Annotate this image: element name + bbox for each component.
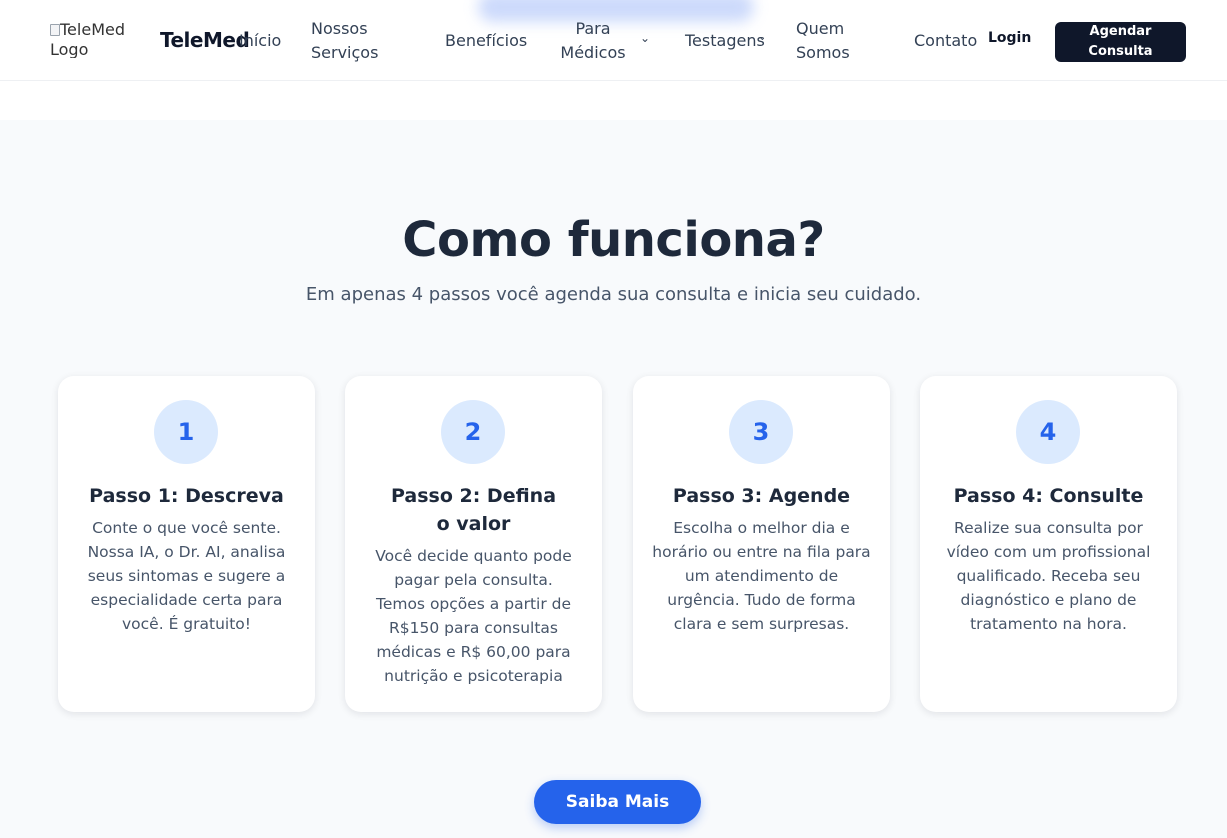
step-title: Passo 3: Agende	[672, 485, 851, 507]
step-description: Escolha o melhor dia e horário ou entre …	[652, 519, 871, 633]
step-title: Passo 1: Descreva	[89, 485, 284, 507]
step-title: Passo 4: Consulte	[953, 485, 1144, 507]
login-link[interactable]: Login	[988, 30, 1031, 46]
nav-quem-somos[interactable]: Quem Somos	[796, 17, 856, 65]
chevron-down-icon[interactable]: ⌄	[759, 33, 766, 42]
step-description: Você decide quanto pode pagar pela consu…	[375, 547, 572, 685]
step-card-1: 1 Passo 1: Descreva Conte o que você sen…	[58, 376, 315, 712]
logo-alt-text: TeleMed Logo	[50, 20, 125, 58]
brand-name[interactable]: TeleMed	[160, 28, 250, 52]
logo-image[interactable]: TeleMed Logo	[50, 20, 134, 58]
section-subtitle: Em apenas 4 passos você agenda sua consu…	[305, 284, 922, 305]
site-header: TeleMed Logo TeleMed Início Nossos Servi…	[0, 0, 1227, 81]
nav-nossos-servicos[interactable]: Nossos Serviços	[311, 17, 396, 65]
schedule-consultation-label: Agendar Consulta	[1088, 24, 1153, 59]
step-number-badge: 1	[154, 400, 218, 464]
chevron-down-icon[interactable]: ⌄	[640, 31, 650, 45]
nav-beneficios[interactable]: Benefícios	[445, 29, 527, 53]
nav-para-medicos[interactable]: Para Médicos	[560, 17, 626, 65]
step-number-badge: 4	[1016, 400, 1080, 464]
step-description: Conte o que você sente. Nossa IA, o Dr. …	[87, 519, 286, 633]
step-card-2: 2 Passo 2: Defina o valor Você decide qu…	[345, 376, 602, 712]
learn-more-button[interactable]: Saiba Mais	[534, 780, 701, 824]
step-title: Passo 2: Defina o valor	[390, 485, 557, 535]
nav-testagens[interactable]: Testagens	[685, 29, 765, 53]
section-title: Como funciona?	[402, 212, 825, 268]
schedule-consultation-button[interactable]: Agendar Consulta	[1055, 22, 1186, 62]
step-number-badge: 3	[729, 400, 793, 464]
step-number-badge: 2	[441, 400, 505, 464]
nav-contato[interactable]: Contato	[914, 29, 977, 53]
broken-image-icon	[50, 24, 60, 36]
step-description: Realize sua consulta por vídeo com um pr…	[946, 519, 1151, 633]
step-card-4: 4 Passo 4: Consulte Realize sua consulta…	[920, 376, 1177, 712]
nav-inicio[interactable]: Início	[239, 29, 281, 53]
step-card-3: 3 Passo 3: Agende Escolha o melhor dia e…	[633, 376, 890, 712]
